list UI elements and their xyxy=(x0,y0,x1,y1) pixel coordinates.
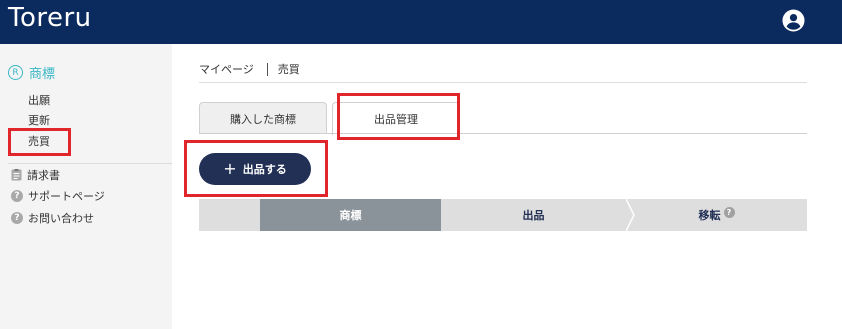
help-icon[interactable]: ? xyxy=(723,206,735,218)
breadcrumb: マイページ 売買 xyxy=(199,61,300,77)
sidebar-section-trademark[interactable]: R 商標 xyxy=(8,63,55,82)
logo[interactable]: Toreru xyxy=(8,3,92,33)
sidebar-link-label: 請求書 xyxy=(27,169,60,182)
progress-steps: 商標 出品 移転 ? xyxy=(199,199,807,231)
help-icon: ? xyxy=(11,212,23,224)
highlight-box-button xyxy=(184,140,328,197)
breadcrumb-separator xyxy=(266,62,268,76)
top-bar: Toreru xyxy=(0,0,842,44)
document-icon xyxy=(11,169,22,181)
help-icon: ? xyxy=(11,190,23,202)
sidebar: R 商標 出願 更新 売買 請求書 ? サポートページ ? お問い合わせ xyxy=(0,44,172,329)
sidebar-link-support[interactable]: ? サポートページ xyxy=(11,188,105,204)
sidebar-item-application[interactable]: 出願 xyxy=(28,92,50,108)
step-blank xyxy=(199,199,260,231)
sidebar-divider xyxy=(8,163,172,164)
sidebar-link-label: サポートページ xyxy=(28,190,105,203)
step-listing: 出品 xyxy=(522,209,545,222)
step-transfer: 移転 ? xyxy=(626,199,807,231)
sidebar-link-label: お問い合わせ xyxy=(28,212,94,225)
breadcrumb-underline xyxy=(199,82,807,83)
highlight-box-sidebar xyxy=(8,128,71,156)
registered-icon: R xyxy=(8,65,23,80)
account-circle-icon[interactable] xyxy=(782,9,805,32)
sidebar-item-renewal[interactable]: 更新 xyxy=(28,112,50,128)
highlight-box-tab xyxy=(337,93,460,140)
breadcrumb-current: 売買 xyxy=(277,63,300,76)
tab-purchased-trademarks[interactable]: 購入した商標 xyxy=(199,102,327,134)
sidebar-link-invoice[interactable]: 請求書 xyxy=(11,167,60,183)
sidebar-link-contact[interactable]: ? お問い合わせ xyxy=(11,210,94,226)
breadcrumb-mypage[interactable]: マイページ xyxy=(199,61,254,77)
sidebar-section-title: 商標 xyxy=(29,67,56,82)
tab-baseline xyxy=(199,133,807,134)
step-trademark: 商標 xyxy=(260,199,441,231)
step-transfer-label: 移転 xyxy=(698,209,721,222)
